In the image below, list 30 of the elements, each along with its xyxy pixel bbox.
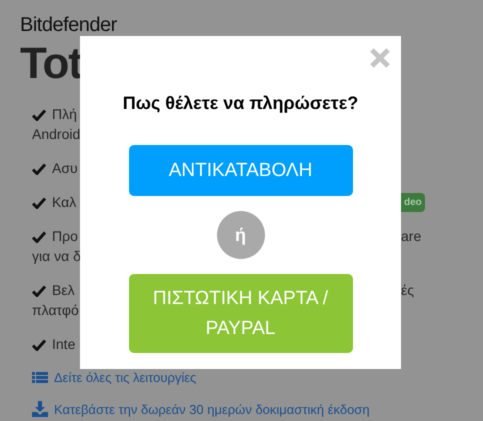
- check-icon: [32, 284, 46, 296]
- brand-name: Bitdefender: [20, 14, 117, 36]
- check-icon: [32, 108, 46, 120]
- feature-text: Πλή: [52, 105, 77, 124]
- download-icon: [32, 401, 48, 418]
- check-icon: [32, 230, 46, 242]
- dialog-title: Πως θέλετε να πληρώσετε?: [122, 92, 358, 115]
- feature-text: για να δ: [32, 247, 81, 266]
- close-button[interactable]: [369, 47, 391, 69]
- check-icon: [32, 338, 46, 350]
- feature-text: Προ: [52, 227, 78, 246]
- feature-text: πλατφό: [32, 301, 79, 320]
- close-icon: [369, 47, 391, 69]
- feature-text: Android: [32, 125, 80, 144]
- feature-text: Καλ: [52, 193, 76, 212]
- feature-text: Βελ: [52, 281, 75, 300]
- feature-text: Ασυ: [52, 159, 78, 178]
- feature-link[interactable]: Κατεβάστε την δωρεάν 30 ημερών δοκιμαστική έκδοση: [54, 400, 370, 419]
- feature-text: ές: [401, 281, 414, 300]
- feature-link[interactable]: Δείτε όλες τις λειτουργίες: [54, 368, 196, 388]
- check-icon: [32, 162, 46, 174]
- feature-text: are: [401, 227, 422, 246]
- or-separator: ή: [216, 211, 264, 259]
- list-icon: [32, 370, 48, 385]
- payment-option-button[interactable]: ΑΝΤΙΚΑΤΑΒΟΛΗ: [128, 145, 352, 196]
- check-icon: [32, 196, 46, 208]
- video-badge[interactable]: deo: [401, 193, 425, 212]
- payment-option-button[interactable]: ΠΙΣΤΩΤΙΚΗ ΚΑΡΤΑ / PAYPAL: [128, 274, 352, 353]
- feature-text: Inte: [52, 335, 76, 354]
- product-title: Tot: [20, 42, 82, 86]
